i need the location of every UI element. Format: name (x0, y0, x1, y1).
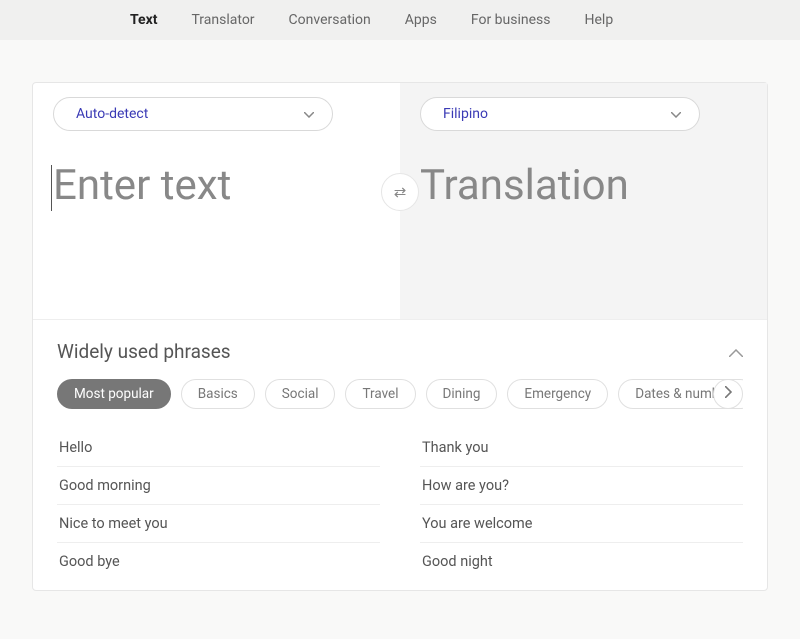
category-chip-basics[interactable]: Basics (181, 379, 255, 409)
target-pane: Filipino Translation (400, 83, 767, 319)
nav-tab-text[interactable]: Text (130, 12, 157, 28)
category-chip-most-popular[interactable]: Most popular (57, 379, 171, 409)
chevron-right-icon (725, 386, 732, 402)
nav-tab-translator[interactable]: Translator (191, 12, 254, 28)
phrase-item[interactable]: Good bye (57, 543, 380, 580)
phrase-item[interactable]: Good morning (57, 467, 380, 505)
nav-tab-help[interactable]: Help (585, 12, 614, 28)
category-chip-dining[interactable]: Dining (426, 379, 498, 409)
phrases-section: Widely used phrases Most popular Basics … (33, 319, 767, 590)
phrase-item[interactable]: How are you? (420, 467, 743, 505)
category-chip-travel[interactable]: Travel (345, 379, 415, 409)
text-cursor (51, 165, 52, 211)
phrases-title: Widely used phrases (57, 340, 231, 363)
nav-tab-apps[interactable]: Apps (405, 12, 437, 28)
phrase-col-left: Hello Good morning Nice to meet you Good… (57, 429, 380, 580)
chevron-up-icon (729, 342, 743, 361)
phrases-header: Widely used phrases (57, 340, 743, 363)
target-language-select[interactable]: Filipino (420, 97, 700, 131)
chevron-down-icon (304, 106, 314, 122)
phrase-item[interactable]: Thank you (420, 429, 743, 467)
chevron-down-icon (671, 106, 681, 122)
category-chip-emergency[interactable]: Emergency (507, 379, 608, 409)
phrase-item[interactable]: You are welcome (420, 505, 743, 543)
phrase-col-right: Thank you How are you? You are welcome G… (420, 429, 743, 580)
swap-icon: ⇄ (394, 183, 407, 201)
target-placeholder: Translation (420, 161, 629, 210)
nav-tab-conversation[interactable]: Conversation (289, 12, 371, 28)
phrase-item[interactable]: Nice to meet you (57, 505, 380, 543)
category-chip-social[interactable]: Social (265, 379, 336, 409)
phrase-item[interactable]: Hello (57, 429, 380, 467)
source-pane: Auto-detect Enter text (33, 83, 400, 319)
translator-panes: Auto-detect Enter text Filipino Translat… (33, 83, 767, 319)
translator-card: Auto-detect Enter text Filipino Translat… (32, 82, 768, 591)
phrase-list: Hello Good morning Nice to meet you Good… (57, 429, 743, 580)
source-language-label: Auto-detect (76, 106, 148, 122)
category-chip-row: Most popular Basics Social Travel Dining… (57, 379, 743, 409)
target-language-label: Filipino (443, 106, 488, 122)
nav-tab-business[interactable]: For business (471, 12, 551, 28)
source-text-input[interactable]: Enter text (53, 161, 380, 210)
target-text-output: Translation (420, 161, 747, 210)
collapse-phrases-button[interactable] (729, 342, 743, 361)
source-placeholder: Enter text (53, 161, 231, 210)
swap-languages-button[interactable]: ⇄ (381, 173, 419, 211)
source-language-select[interactable]: Auto-detect (53, 97, 333, 131)
top-nav: Text Translator Conversation Apps For bu… (0, 0, 800, 40)
phrase-item[interactable]: Good night (420, 543, 743, 580)
scroll-categories-right-button[interactable] (713, 379, 743, 409)
